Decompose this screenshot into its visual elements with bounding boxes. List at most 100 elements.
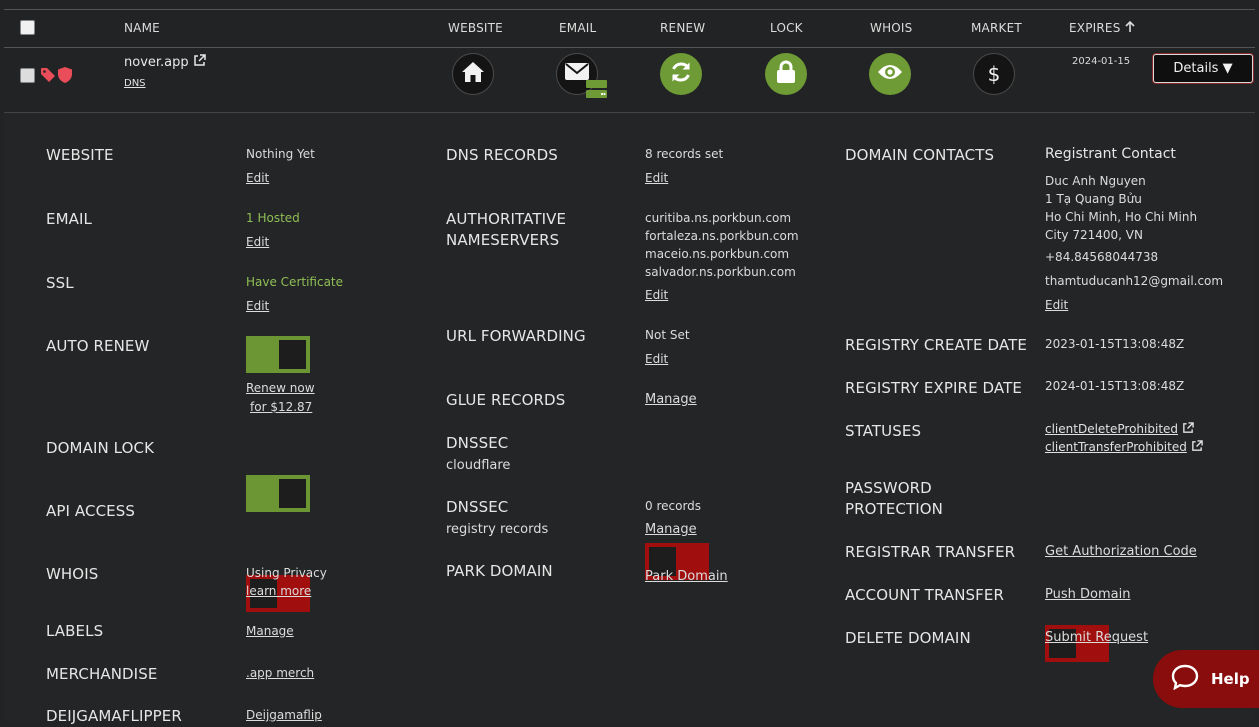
header-divider [4, 47, 1255, 48]
auto-renew-toggle[interactable] [246, 336, 310, 373]
renew-price-link[interactable]: for $12.87 [250, 398, 312, 416]
toggle-knob [279, 479, 306, 508]
dns-link[interactable]: DNS [124, 78, 146, 89]
refresh-icon [669, 60, 693, 88]
registrant-contact-title: Registrant Contact [1045, 146, 1176, 162]
merchandise-label: MERCHANDISE [46, 665, 158, 683]
domain-lock-label: DOMAIN LOCK [46, 439, 155, 457]
nameserver-item: curitiba.ns.porkbun.com [645, 211, 792, 225]
ssl-edit-link[interactable]: Edit [246, 297, 269, 315]
dnssec-registry-manage-link[interactable]: Manage [645, 521, 697, 539]
registrant-contact-block: Duc Anh Nguyen 1 Tạ Quang Bửu Ho Chi Min… [1045, 172, 1197, 244]
dnssec-cloudflare-sublabel: cloudflare [446, 458, 511, 473]
website-label: WEBSITE [46, 146, 114, 164]
statuses-label: STATUSES [845, 422, 922, 440]
website-edit-link[interactable]: Edit [246, 169, 269, 187]
delete-domain-label: DELETE DOMAIN [845, 629, 971, 647]
domain-name: nover.app [124, 55, 189, 70]
push-domain-link[interactable]: Push Domain [1045, 586, 1130, 604]
dollar-icon: $ [987, 62, 1001, 86]
park-domain-link[interactable]: Park Domain [645, 568, 728, 586]
header-email: EMAIL [559, 21, 597, 35]
nameservers-label-line1: AUTHORITATIVE [446, 210, 567, 228]
header-renew: RENEW [660, 21, 706, 35]
contact-edit-link[interactable]: Edit [1045, 296, 1068, 314]
flipper-link[interactable]: Deijgamaflip [246, 706, 322, 724]
dnssec-cloudflare-label: DNSSEC [446, 434, 509, 452]
whois-learn-more-link[interactable]: learn more [246, 582, 311, 600]
email-server-icon [586, 80, 607, 102]
domain-lock-toggle[interactable] [246, 475, 310, 512]
eye-icon [877, 63, 903, 85]
nameservers-label: AUTHORITATIVE NAMESERVERS [446, 209, 566, 251]
dnssec-registry-label: DNSSEC [446, 498, 509, 516]
details-button[interactable]: Details ▼ [1153, 54, 1253, 83]
nameservers-edit-link[interactable]: Edit [645, 286, 668, 304]
market-button[interactable]: $ [973, 53, 1015, 95]
tag-icon[interactable] [40, 67, 56, 87]
website-button[interactable] [452, 53, 494, 95]
row-checkbox[interactable] [20, 68, 35, 83]
dns-records-value: 8 records set [645, 147, 724, 161]
header-market: MARKET [971, 21, 1022, 35]
get-auth-code-link[interactable]: Get Authorization Code [1045, 543, 1197, 561]
flipper-label: DEIJGAMAFLIPPER [46, 707, 182, 725]
glue-records-manage-link[interactable]: Manage [645, 391, 697, 409]
renew-button[interactable] [660, 53, 702, 95]
help-button[interactable]: Help [1153, 650, 1259, 708]
header-website: WEBSITE [448, 21, 503, 35]
account-transfer-label: ACCOUNT TRANSFER [845, 586, 1004, 604]
email-label: EMAIL [46, 210, 92, 228]
whois-button[interactable] [869, 53, 911, 95]
merchandise-link[interactable]: .app merch [246, 664, 314, 682]
whois-value: Using Privacy [246, 566, 327, 580]
whois-label: WHOIS [46, 565, 99, 583]
contact-email: thamtuducanh12@gmail.com [1045, 274, 1224, 288]
contact-name: Duc Anh Nguyen [1045, 174, 1146, 188]
website-value: Nothing Yet [246, 147, 315, 161]
expire-date-value: 2024-01-15T13:08:48Z [1045, 379, 1185, 393]
create-date-label: REGISTRY CREATE DATE [845, 336, 1027, 354]
api-access-label: API ACCESS [46, 502, 135, 520]
dnssec-registry-value: 0 records [645, 499, 702, 513]
dnssec-registry-sublabel: registry records [446, 522, 549, 537]
nameserver-item: maceio.ns.porkbun.com [645, 247, 790, 261]
domain-contacts-label: DOMAIN CONTACTS [845, 146, 995, 164]
renew-now-link[interactable]: Renew now [246, 379, 315, 397]
header-expires[interactable]: EXPIRES [1069, 20, 1135, 35]
lock-button[interactable] [765, 53, 807, 95]
url-forwarding-label: URL FORWARDING [446, 327, 586, 345]
top-divider [4, 9, 1255, 10]
chat-bubble-icon [1171, 664, 1199, 694]
labels-label: LABELS [46, 622, 104, 640]
contact-address2: Ho Chi Minh, Ho Chi Minh [1045, 210, 1198, 224]
password-label-line1: PASSWORD [845, 479, 932, 497]
external-link-icon [1182, 422, 1194, 436]
status-item[interactable]: clientDeleteProhibited [1045, 420, 1203, 438]
status-link[interactable]: clientDeleteProhibited [1045, 422, 1178, 436]
labels-manage-link[interactable]: Manage [246, 622, 294, 640]
email-edit-link[interactable]: Edit [246, 233, 269, 251]
url-forwarding-edit-link[interactable]: Edit [645, 350, 668, 368]
domain-name-link[interactable]: nover.app [124, 54, 206, 70]
auto-renew-label: AUTO RENEW [46, 337, 150, 355]
park-domain-label: PARK DOMAIN [446, 562, 553, 580]
status-item[interactable]: clientTransferProhibited [1045, 438, 1203, 456]
arrow-up-icon [1124, 20, 1135, 35]
email-value: 1 Hosted [246, 211, 300, 225]
header-expires-label: EXPIRES [1069, 21, 1121, 35]
password-label-line2: PROTECTION [845, 500, 944, 518]
toggle-knob [279, 340, 306, 369]
contact-address3: City 721400, VN [1045, 228, 1143, 242]
registrar-transfer-label: REGISTRAR TRANSFER [845, 543, 1016, 561]
shield-icon[interactable] [57, 66, 73, 88]
submit-request-link[interactable]: Submit Request [1045, 629, 1148, 647]
dns-records-edit-link[interactable]: Edit [645, 169, 668, 187]
ssl-value: Have Certificate [246, 275, 344, 289]
select-all-checkbox[interactable] [20, 20, 35, 35]
status-link[interactable]: clientTransferProhibited [1045, 440, 1187, 454]
nameservers-label-line2: NAMESERVERS [446, 231, 560, 249]
nameserver-item: salvador.ns.porkbun.com [645, 265, 796, 279]
header-name[interactable]: NAME [124, 21, 160, 35]
contact-address1: 1 Tạ Quang Bửu [1045, 192, 1142, 206]
